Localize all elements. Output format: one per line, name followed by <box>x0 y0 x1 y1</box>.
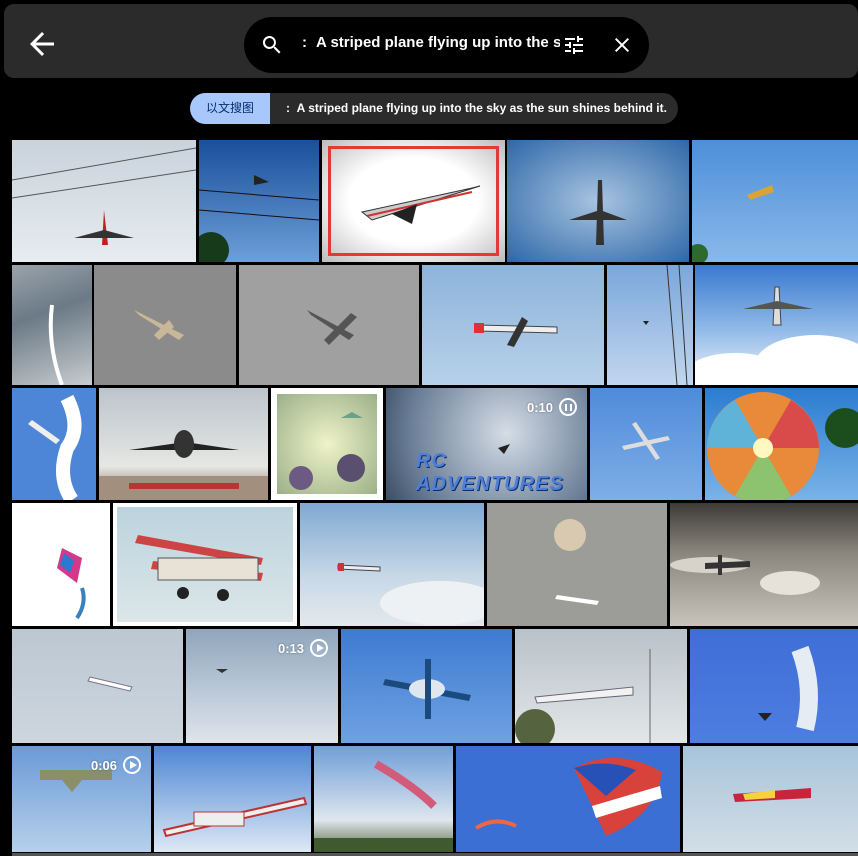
text-search-filter[interactable]: 以文搜图 : A striped plane flying up into th… <box>190 93 678 124</box>
smoke-graphic <box>758 645 818 732</box>
result-image[interactable] <box>670 503 858 626</box>
result-image[interactable] <box>607 265 693 385</box>
plane-graphic <box>307 310 357 345</box>
result-video[interactable]: 0:06 <box>12 746 151 852</box>
play-icon[interactable] <box>123 756 141 774</box>
umbrella-graphic <box>707 392 858 500</box>
plane-graphic <box>670 555 820 595</box>
kite-graphic <box>57 548 86 620</box>
search-input[interactable]: A striped plane flying up into the sky <box>316 34 560 51</box>
plane-graphic <box>695 286 858 385</box>
play-icon[interactable] <box>310 639 328 657</box>
result-image[interactable] <box>12 265 92 385</box>
top-bar: : A striped plane flying up into the sky <box>4 4 858 78</box>
result-image[interactable] <box>341 629 512 743</box>
video-watermark: RC ADVENTURES <box>416 450 564 495</box>
smoke-graphic <box>48 304 64 385</box>
result-image[interactable] <box>113 503 297 626</box>
result-image[interactable] <box>422 265 604 385</box>
video-duration: 0:13 <box>278 639 328 657</box>
plane-graphic <box>87 676 133 692</box>
result-video[interactable]: 0:10 RC ADVENTURES <box>386 388 587 500</box>
result-image[interactable] <box>154 746 311 852</box>
plane-graphic <box>643 265 688 385</box>
video-duration: 0:06 <box>91 756 141 774</box>
search-icon[interactable] <box>260 33 284 57</box>
result-image[interactable] <box>515 629 687 743</box>
result-image[interactable] <box>314 746 453 852</box>
result-image[interactable] <box>590 388 702 500</box>
result-image[interactable] <box>94 265 236 385</box>
search-colon: : <box>302 34 307 51</box>
result-image[interactable] <box>12 503 110 626</box>
plane-graphic <box>733 788 811 802</box>
plane-graphic <box>135 535 263 601</box>
result-image[interactable] <box>239 265 419 385</box>
plane-graphic <box>99 430 268 500</box>
result-image[interactable] <box>456 746 680 852</box>
result-image[interactable] <box>690 629 858 743</box>
tune-icon[interactable] <box>562 33 586 57</box>
plane-graphic <box>383 659 471 719</box>
result-image[interactable] <box>12 388 96 500</box>
smoke-graphic <box>28 394 82 500</box>
plane-graphic <box>474 317 558 347</box>
kite-graphic <box>314 760 453 852</box>
result-image[interactable] <box>507 140 689 262</box>
plane-graphic <box>337 563 484 625</box>
result-image[interactable] <box>692 140 858 262</box>
kite-graphic <box>474 757 662 836</box>
plane-graphic <box>199 175 319 262</box>
result-image[interactable] <box>705 388 858 500</box>
search-bar[interactable]: : A striped plane flying up into the sky <box>244 17 649 73</box>
plane-graphic <box>289 412 365 490</box>
result-image[interactable] <box>12 629 183 743</box>
plane-graphic <box>692 185 774 262</box>
plane-graphic <box>515 649 651 743</box>
close-icon[interactable] <box>610 33 634 57</box>
result-image[interactable] <box>487 503 667 626</box>
result-image[interactable] <box>271 388 383 500</box>
plane-graphic <box>134 310 184 340</box>
result-image[interactable] <box>199 140 319 262</box>
result-image[interactable] <box>683 746 858 852</box>
result-image-selected[interactable] <box>322 140 505 262</box>
plane-graphic <box>360 185 481 224</box>
pause-icon[interactable] <box>559 398 577 416</box>
plane-graphic <box>622 422 670 460</box>
filter-chip-text: : A striped plane flying up into the sky… <box>286 101 667 115</box>
video-duration: 0:10 <box>527 398 577 416</box>
result-video[interactable]: 0:13 <box>186 629 338 743</box>
arrow-left-icon <box>30 32 54 56</box>
plane-graphic <box>569 180 627 245</box>
result-image[interactable] <box>99 388 268 500</box>
result-image[interactable] <box>300 503 484 626</box>
moon-plane-graphic <box>554 519 599 605</box>
plane-graphic <box>162 796 308 838</box>
back-button[interactable] <box>24 26 60 62</box>
result-image[interactable] <box>695 265 858 385</box>
result-image[interactable] <box>12 140 196 262</box>
plane-graphic <box>12 147 196 245</box>
filter-chip-label[interactable]: 以文搜图 <box>190 93 270 124</box>
